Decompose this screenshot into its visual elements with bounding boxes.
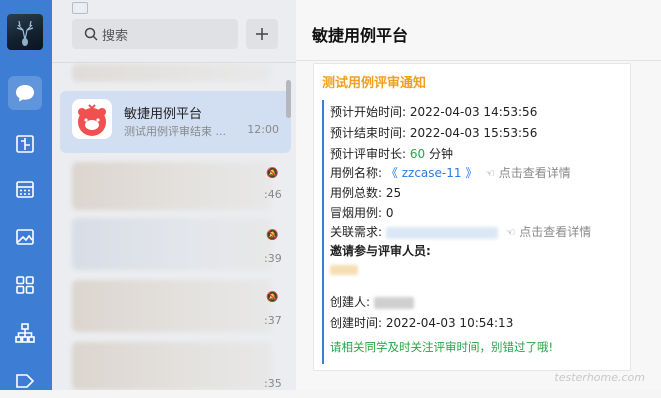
apps-grid-icon[interactable] (8, 268, 42, 302)
search-placeholder: 搜索 (102, 27, 129, 43)
document-icon[interactable] (8, 127, 42, 161)
quote-bar (322, 290, 324, 364)
list-item[interactable] (72, 218, 272, 270)
mute-icon: 🔕 (266, 168, 279, 179)
calendar-icon[interactable] (8, 172, 42, 206)
search-input[interactable]: 搜索 (72, 19, 238, 49)
list-item-active[interactable]: 敏捷用例平台 测试用例评审结束 ... 12:00 (60, 91, 291, 153)
list-divider (52, 62, 296, 63)
list-item[interactable] (72, 64, 272, 82)
requirement-detail-link[interactable]: 点击查看详情 (519, 225, 591, 239)
chat-item-preview: 测试用例评审结束 ... (124, 125, 226, 138)
end-time-value: 2022-04-03 15:53:56 (409, 126, 538, 140)
start-time-row: 预计开始时间: 2022-04-03 14:53:56 (330, 103, 537, 120)
case-name-bracket: 《 (385, 166, 398, 180)
case-name-link[interactable]: zzcase-11 (402, 166, 462, 180)
case-detail-link[interactable]: 点击查看详情 (499, 166, 571, 180)
smoke-label: 冒烟用例: (330, 206, 383, 220)
mute-icon: 🔕 (266, 230, 279, 241)
case-name-label: 用例名称: (330, 166, 383, 180)
requirement-label: 关联需求: (330, 225, 383, 239)
chat-item-title: 敏捷用例平台 (124, 107, 203, 122)
mute-icon: 🔕 (266, 292, 279, 303)
total-label: 用例总数: (330, 186, 383, 200)
search-icon (84, 27, 98, 41)
chat-item-time: :46 (264, 188, 282, 201)
smoke-row: 冒烟用例: 0 (330, 204, 394, 221)
created-time-value: 2022-04-03 10:54:13 (385, 316, 514, 330)
chat-item-time: 12:00 (247, 123, 279, 136)
total-value: 25 (385, 186, 402, 200)
chat-item-time: :39 (264, 252, 282, 265)
window-mini-icon[interactable] (72, 2, 88, 14)
case-name-bracket: 》 (465, 166, 478, 180)
chat-icon[interactable] (8, 76, 42, 110)
chat-item-time: :37 (264, 314, 282, 327)
duration-unit: 分钟 (428, 147, 453, 161)
org-chart-icon[interactable] (8, 316, 42, 350)
plus-icon (256, 28, 268, 40)
review-notice-card: 测试用例评审通知 预计开始时间: 2022-04-03 14:53:56 预计结… (313, 63, 631, 371)
start-time-label: 预计开始时间: (330, 105, 407, 119)
quote-bar (322, 100, 324, 310)
total-row: 用例总数: 25 (330, 184, 401, 201)
add-button[interactable] (246, 19, 278, 49)
duration-label: 预计评审时长: (330, 147, 407, 161)
icon-rail (0, 0, 52, 390)
requirement-link-redacted[interactable] (385, 226, 498, 239)
invitee-redacted (330, 264, 358, 275)
image-icon[interactable] (8, 220, 42, 254)
end-time-label: 预计结束时间: (330, 126, 407, 140)
list-item[interactable] (72, 342, 272, 390)
list-item[interactable] (72, 280, 272, 332)
requirement-row: 关联需求: ☜ 点击查看详情 (330, 223, 591, 240)
creator-row: 创建人: (330, 293, 414, 310)
chat-list-panel: 搜索 敏捷用例平台 测试用例评审结束 ... 12:00 🔕 :46 🔕 :39… (52, 0, 296, 390)
duration-row: 预计评审时长: 60 分钟 (330, 145, 453, 162)
invitees-row (330, 262, 358, 276)
duration-value: 60 (409, 147, 426, 161)
card-title: 测试用例评审通知 (322, 76, 427, 91)
tag-icon[interactable] (8, 364, 42, 398)
watermark: testerhome.com (554, 371, 645, 384)
created-time-label: 创建时间: (330, 316, 383, 330)
chat-area: 敏捷用例平台 测试用例评审通知 预计开始时间: 2022-04-03 14:53… (296, 0, 661, 390)
created-time-row: 创建时间: 2022-04-03 10:54:13 (330, 314, 513, 331)
pointing-hand-icon: ☜ (485, 167, 495, 180)
scrollbar[interactable] (286, 80, 291, 118)
chat-item-time: :35 (264, 377, 282, 390)
creator-label: 创建人: (330, 295, 371, 309)
chat-title: 敏捷用例平台 (312, 26, 409, 45)
start-time-value: 2022-04-03 14:53:56 (409, 105, 538, 119)
list-item[interactable] (72, 162, 272, 210)
app-logo (72, 99, 112, 139)
pointing-hand-icon: ☜ (505, 226, 516, 239)
creator-redacted (373, 296, 414, 309)
invite-label: 邀请参与评审人员: (330, 244, 431, 258)
smoke-value: 0 (385, 206, 394, 220)
chat-header-divider (296, 60, 661, 61)
case-name-row: 用例名称: 《 zzcase-11 》 ☜ 点击查看详情 (330, 164, 571, 181)
reminder-text: 请相关同学及时关注评审时间，别错过了哦! (330, 340, 554, 354)
user-avatar[interactable] (7, 14, 43, 50)
end-time-row: 预计结束时间: 2022-04-03 15:53:56 (330, 124, 537, 141)
